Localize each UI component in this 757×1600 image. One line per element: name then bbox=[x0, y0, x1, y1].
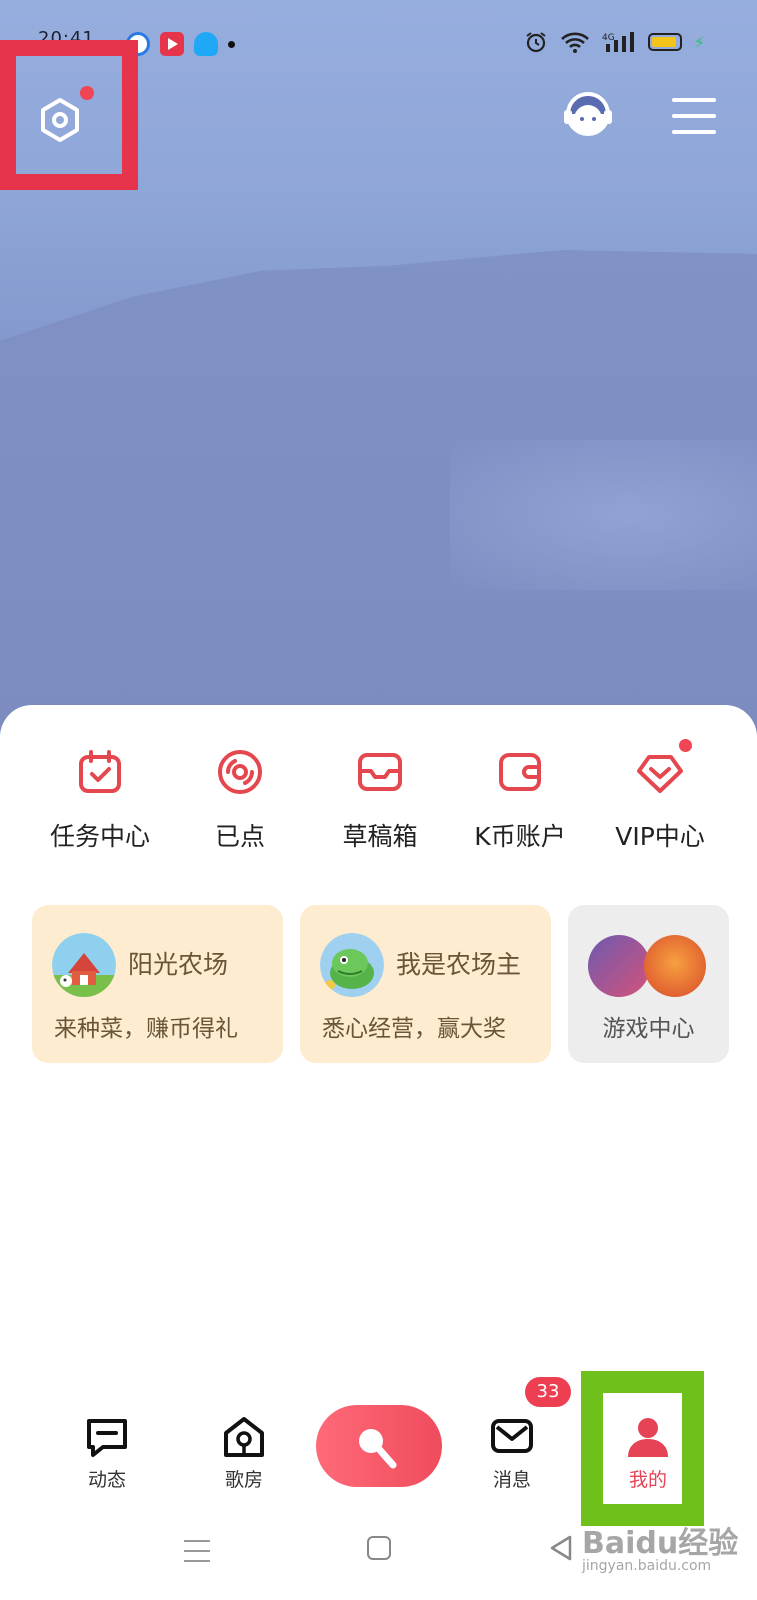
more-dot-icon bbox=[228, 40, 235, 48]
background-haze bbox=[450, 440, 757, 590]
card-title: 阳光农场 bbox=[128, 950, 229, 979]
settings-notification-dot bbox=[80, 86, 94, 100]
nav-label: 我的 bbox=[628, 1469, 667, 1491]
shortcut-label: 已点 bbox=[214, 822, 265, 851]
video-app-icon bbox=[160, 32, 184, 56]
shortcut-kcoin-account[interactable]: K币账户 bbox=[450, 735, 590, 853]
dinosaur-icon bbox=[320, 933, 384, 997]
nav-profile[interactable]: 我的 bbox=[603, 1415, 693, 1492]
card-subtitle: 悉心经营，赢大奖 bbox=[322, 1016, 506, 1042]
feed-icon bbox=[87, 1419, 127, 1457]
shortcut-vip-center[interactable]: VIP中心 bbox=[590, 735, 730, 853]
card-farm-owner[interactable]: 我是农场主 悉心经营，赢大奖 bbox=[300, 905, 551, 1063]
vip-notification-dot bbox=[679, 739, 692, 752]
shortcut-label: 草稿箱 bbox=[342, 822, 418, 851]
profile-background bbox=[0, 0, 757, 760]
browser-icon bbox=[126, 32, 150, 56]
wallet-icon bbox=[499, 753, 541, 791]
4g-signal-icon: 4G bbox=[602, 32, 634, 52]
nav-label: 消息 bbox=[492, 1469, 531, 1491]
microphone-icon bbox=[359, 1429, 397, 1469]
shortcut-label: VIP中心 bbox=[615, 822, 705, 851]
charging-icon: ⚡ bbox=[693, 32, 705, 52]
card-subtitle: 游戏中心 bbox=[602, 1016, 695, 1042]
farm-barn-icon bbox=[52, 933, 116, 997]
back-icon[interactable] bbox=[548, 1534, 574, 1562]
nav-label: 动态 bbox=[87, 1469, 126, 1491]
card-sunshine-farm[interactable]: 阳光农场 来种菜，赚币得礼 bbox=[32, 905, 283, 1063]
wifi-icon bbox=[560, 32, 589, 53]
watermark: Baidu经验 bbox=[582, 1526, 739, 1561]
shortcut-ordered[interactable]: 已点 bbox=[170, 735, 310, 853]
nav-feed[interactable]: 动态 bbox=[62, 1415, 152, 1492]
bottom-nav: 动态 歌房 消息 33 我的 bbox=[0, 1377, 757, 1495]
recent-apps-icon[interactable] bbox=[184, 1540, 210, 1570]
game-lion-icon bbox=[644, 935, 706, 997]
shortcut-task-center[interactable]: 任务中心 bbox=[30, 735, 170, 853]
watermark-url: jingyan.baidu.com bbox=[582, 1558, 712, 1574]
notification-icons bbox=[126, 32, 235, 56]
profile-icon bbox=[628, 1418, 668, 1457]
nav-messages[interactable]: 消息 bbox=[467, 1415, 557, 1492]
alarm-icon bbox=[526, 32, 546, 53]
nav-label: 歌房 bbox=[224, 1469, 263, 1491]
game-cards: 阳光农场 来种菜，赚币得礼 我是农场主 悉心经营，赢大奖 游戏中心 bbox=[32, 905, 729, 1063]
card-title: 我是农场主 bbox=[396, 950, 522, 979]
nav-song-room[interactable]: 歌房 bbox=[199, 1415, 289, 1492]
status-bar: 20:41 4G ⚡ bbox=[0, 28, 757, 64]
shortcut-label: K币账户 bbox=[474, 822, 566, 851]
avatar-icon[interactable] bbox=[560, 88, 616, 144]
status-time: 20:41 bbox=[38, 28, 95, 49]
game-couple-icon bbox=[588, 935, 650, 997]
disc-icon bbox=[218, 750, 262, 794]
task-calendar-icon bbox=[79, 750, 121, 793]
song-room-icon bbox=[224, 1417, 264, 1457]
home-icon[interactable] bbox=[367, 1536, 391, 1560]
sing-button[interactable] bbox=[316, 1405, 442, 1487]
card-game-center[interactable]: 游戏中心 bbox=[568, 905, 729, 1063]
menu-icon[interactable] bbox=[672, 98, 716, 138]
qq-icon bbox=[194, 32, 218, 56]
system-icons: 4G ⚡ bbox=[524, 30, 705, 54]
settings-icon[interactable] bbox=[30, 90, 90, 150]
card-subtitle: 来种菜，赚币得礼 bbox=[54, 1016, 238, 1042]
vip-diamond-icon bbox=[637, 755, 683, 793]
shortcut-drafts[interactable]: 草稿箱 bbox=[310, 735, 450, 853]
message-count-badge: 33 bbox=[525, 1377, 571, 1407]
message-icon bbox=[491, 1419, 533, 1453]
shortcut-row: 任务中心 已点 草稿箱 K币账户 VIP中心 bbox=[30, 735, 730, 853]
shortcut-label: 任务中心 bbox=[49, 822, 150, 851]
battery-icon bbox=[647, 33, 682, 51]
network-label: 4G bbox=[602, 33, 615, 43]
draft-box-icon bbox=[358, 753, 402, 791]
